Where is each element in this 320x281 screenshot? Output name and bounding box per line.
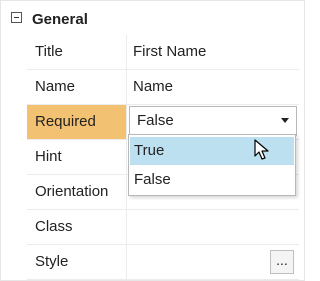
property-row-class[interactable]: Class xyxy=(27,210,299,245)
property-row-style[interactable]: Style ... xyxy=(27,245,299,280)
property-row-name[interactable]: Name Name xyxy=(27,70,299,105)
required-combobox[interactable]: False xyxy=(129,106,297,136)
style-ellipsis-button[interactable]: ... xyxy=(270,250,294,274)
property-label: Title xyxy=(27,35,127,69)
dropdown-option-false[interactable]: False xyxy=(130,166,294,194)
property-row-title[interactable]: Title First Name xyxy=(27,35,299,70)
property-label: Name xyxy=(27,70,127,104)
property-label: Class xyxy=(27,210,127,244)
property-label: Style xyxy=(27,245,127,279)
section-header-general[interactable]: General xyxy=(1,1,304,35)
property-label: Hint xyxy=(27,140,127,174)
property-label: Orientation xyxy=(27,175,127,209)
dropdown-arrow-icon[interactable] xyxy=(281,118,289,123)
property-value[interactable]: First Name xyxy=(133,35,206,69)
property-label: Required xyxy=(27,105,127,139)
property-value[interactable]: Name xyxy=(133,70,173,104)
combobox-value: False xyxy=(137,112,174,129)
section-title: General xyxy=(32,11,88,28)
mouse-cursor-icon xyxy=(254,139,269,160)
collapse-minus-icon[interactable] xyxy=(11,12,22,23)
